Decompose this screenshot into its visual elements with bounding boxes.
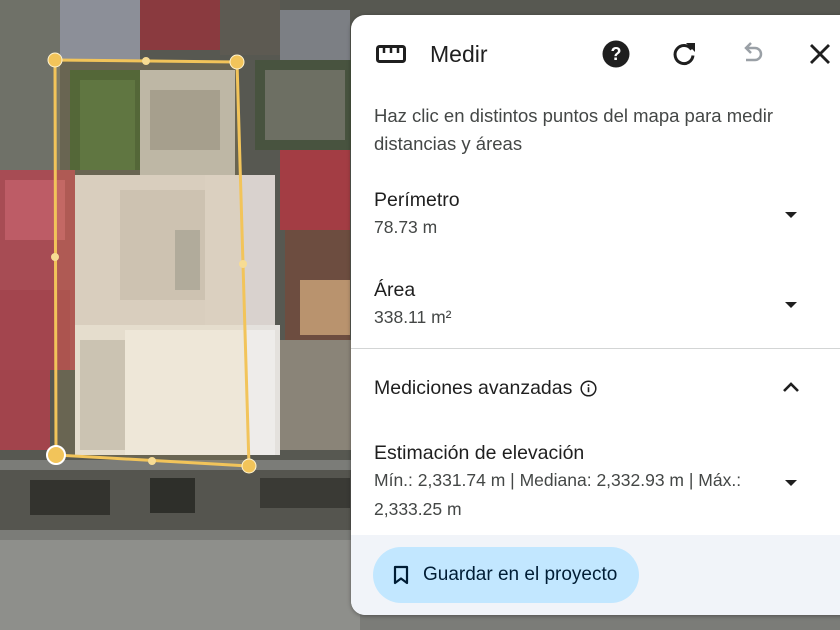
perimeter-value: 78.73 m <box>374 217 438 237</box>
area-value: 338.11 m² <box>374 307 452 327</box>
undo-icon <box>744 42 763 62</box>
advanced-measurements-label: Mediciones avanzadas <box>374 377 573 399</box>
help-button[interactable]: ? <box>599 37 633 71</box>
reset-button[interactable] <box>667 37 701 71</box>
ruler-icon <box>375 39 407 69</box>
refresh-icon <box>673 43 695 65</box>
elevation-row[interactable]: Estimación de elevación Mín.: 2,331.74 m… <box>374 440 814 524</box>
section-divider <box>351 348 840 349</box>
panel-footer: Guardar en el proyecto <box>351 535 840 615</box>
elevation-label: Estimación de elevación <box>374 442 585 464</box>
save-to-project-button[interactable]: Guardar en el proyecto <box>373 547 640 603</box>
help-icon: ? <box>602 40 630 68</box>
close-button[interactable] <box>803 37 837 71</box>
panel-header: Medir ? <box>351 15 840 93</box>
area-label: Área <box>374 279 416 301</box>
area-row[interactable]: Área 338.11 m² <box>374 277 814 331</box>
bookmark-icon <box>393 565 409 585</box>
panel-title: Medir <box>430 41 488 67</box>
undo-button[interactable] <box>735 37 769 71</box>
chevron-up-icon[interactable] <box>779 376 803 400</box>
elevation-value: Mín.: 2,331.74 m | Mediana: 2,332.93 m |… <box>374 470 742 519</box>
chevron-down-icon[interactable] <box>779 203 803 227</box>
measure-panel: Medir ? Haz clic en distintos puntos del… <box>351 15 840 615</box>
chevron-down-icon[interactable] <box>779 293 803 317</box>
advanced-measurements-row[interactable]: Mediciones avanzadas <box>374 374 814 402</box>
info-icon[interactable] <box>580 379 597 397</box>
perimeter-row[interactable]: Perímetro 78.73 m <box>374 187 814 241</box>
instructions-text: Haz clic en distintos puntos del mapa pa… <box>374 105 773 154</box>
chevron-down-icon[interactable] <box>779 471 803 495</box>
svg-text:?: ? <box>611 44 622 64</box>
perimeter-label: Perímetro <box>374 189 460 211</box>
save-button-label: Guardar en el proyecto <box>423 564 618 585</box>
close-icon <box>810 44 830 64</box>
